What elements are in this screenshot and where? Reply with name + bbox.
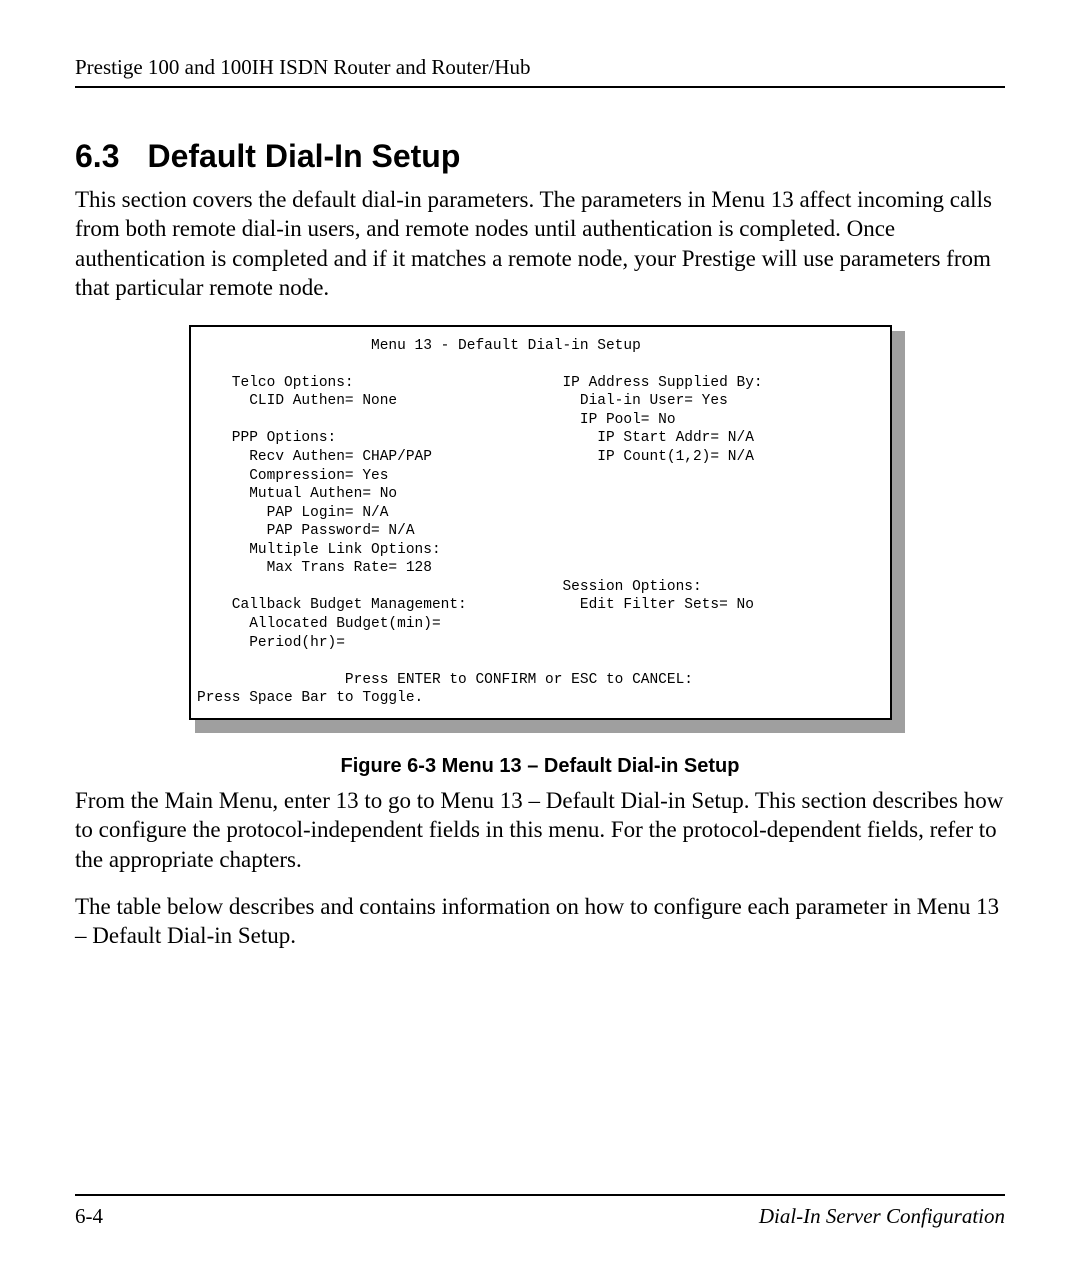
terminal-screen: Menu 13 - Default Dial-in Setup Telco Op… bbox=[189, 325, 892, 720]
page-footer: 6-4 Dial-In Server Configuration bbox=[75, 1194, 1005, 1229]
section-title-text: Default Dial-In Setup bbox=[147, 138, 460, 174]
post-figure-paragraph-2: The table below describes and contains i… bbox=[75, 892, 1005, 951]
page-number: 6-4 bbox=[75, 1204, 103, 1229]
figure-caption: Figure 6-3 Menu 13 – Default Dial-in Set… bbox=[75, 755, 1005, 778]
post-figure-paragraph-1: From the Main Menu, enter 13 to go to Me… bbox=[75, 786, 1005, 874]
running-head: Prestige 100 and 100IH ISDN Router and R… bbox=[75, 55, 1005, 88]
intro-paragraph: This section covers the default dial-in … bbox=[75, 185, 1005, 303]
figure-shadow-inner: Menu 13 - Default Dial-in Setup Telco Op… bbox=[195, 331, 905, 726]
section-number: 6.3 bbox=[75, 138, 119, 175]
figure: Menu 13 - Default Dial-in Setup Telco Op… bbox=[195, 331, 905, 733]
section-heading: 6.3 Default Dial-In Setup bbox=[75, 138, 1005, 175]
page: Prestige 100 and 100IH ISDN Router and R… bbox=[0, 0, 1080, 1281]
chapter-title-footer: Dial-In Server Configuration bbox=[759, 1204, 1005, 1229]
figure-shadow: Menu 13 - Default Dial-in Setup Telco Op… bbox=[195, 331, 905, 733]
